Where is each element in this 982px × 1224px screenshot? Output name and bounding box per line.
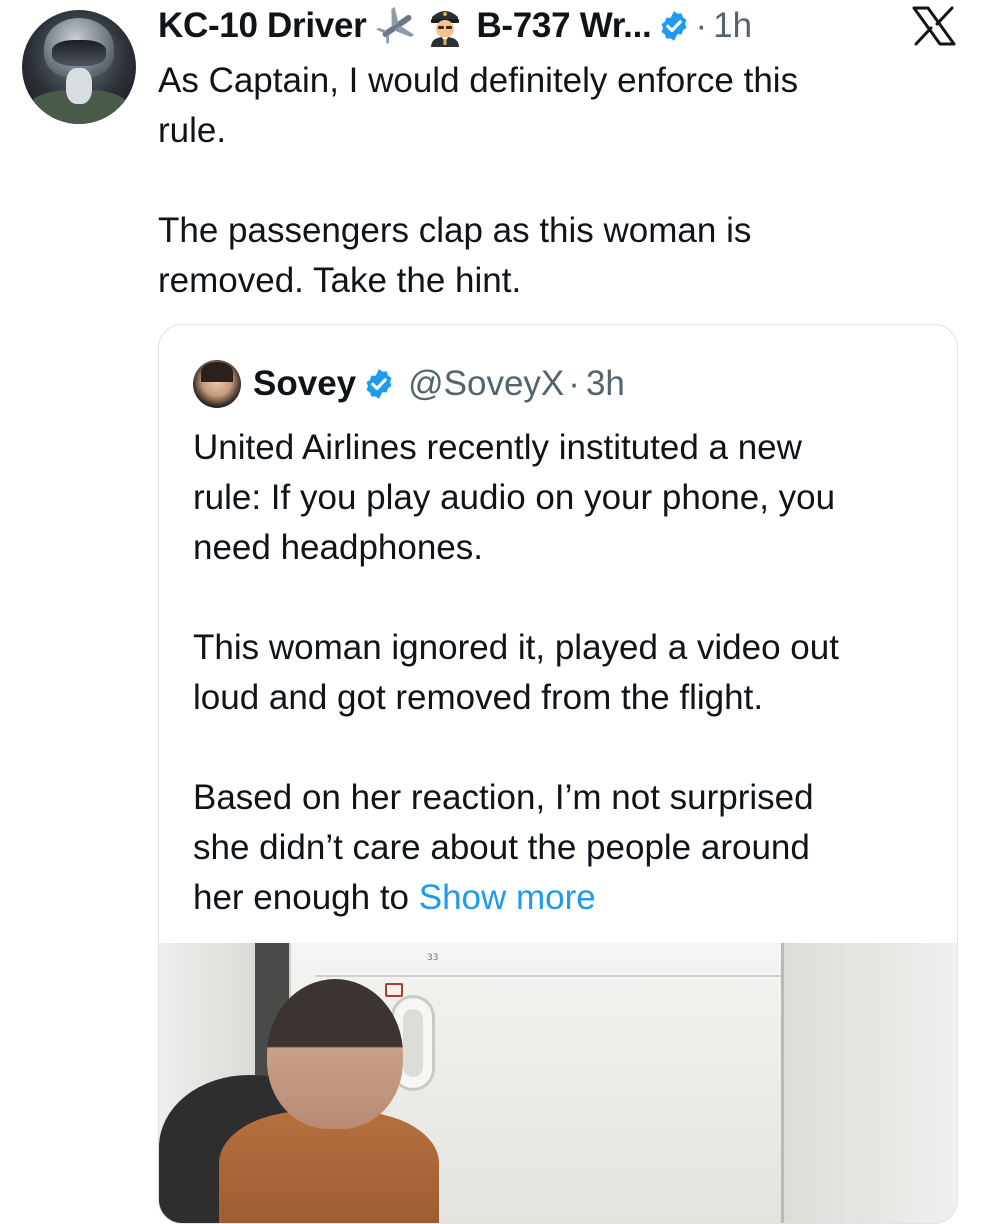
quoted-text-line: Based on her reaction, I’m not surprised <box>193 778 814 817</box>
verified-badge-icon <box>362 367 396 401</box>
video-thumbnail[interactable]: 33 <box>159 943 957 1223</box>
quoted-text-last-prefix: her enough to <box>193 878 419 917</box>
seat-number-label: 33 <box>427 953 439 963</box>
author-name-truncated[interactable]: B-737 Wr... <box>476 6 651 46</box>
tweet-text-line: The passengers clap as this woman is <box>158 211 752 250</box>
avatar-oxygen-mask <box>66 68 92 104</box>
airplane-emoji-icon <box>376 7 418 45</box>
person-head <box>267 979 403 1129</box>
quoted-text-line: rule: If you play audio on your phone, y… <box>193 478 836 517</box>
avatar-visor <box>52 40 106 66</box>
author-avatar[interactable] <box>22 10 136 124</box>
show-more-link[interactable]: Show more <box>419 878 596 917</box>
x-logo-icon[interactable] <box>912 6 956 46</box>
author-name[interactable]: KC-10 Driver <box>158 6 367 46</box>
cabin-door-panel <box>781 943 957 1223</box>
quoted-text-last-line: her enough to Show more <box>193 873 933 923</box>
quoted-tweet-header: Sovey @SoveyX · 3h <box>193 359 625 409</box>
quoted-tweet-text: United Airlines recently instituted a ne… <box>193 423 933 923</box>
separator-dot: · <box>568 364 580 403</box>
quoted-author-avatar[interactable] <box>193 360 241 408</box>
verified-badge-icon <box>657 9 691 43</box>
quoted-text-line: need headphones. <box>193 528 483 567</box>
quoted-text-line: This woman ignored it, played a video ou… <box>193 628 839 667</box>
pilot-emoji-icon <box>428 5 462 47</box>
quoted-tweet-card[interactable]: Sovey @SoveyX · 3h United Airlines recen… <box>158 324 958 1224</box>
tweet-header: KC-10 Driver B-737 Wr... · 1h <box>158 2 752 50</box>
quoted-author-handle[interactable]: @SoveyX <box>408 364 564 404</box>
quoted-author-name[interactable]: Sovey <box>253 364 356 404</box>
quoted-text-line: United Airlines recently instituted a ne… <box>193 428 802 467</box>
tweet-time[interactable]: 1h <box>713 6 752 46</box>
red-marker <box>385 983 403 997</box>
tweet-text: As Captain, I would definitely enforce t… <box>158 56 938 306</box>
tweet-text-line: removed. Take the hint. <box>158 261 522 300</box>
quoted-text-line: loud and got removed from the flight. <box>193 678 764 717</box>
quoted-text-line: she didn’t care about the people around <box>193 828 810 867</box>
separator-dot: · <box>695 6 708 45</box>
tweet-text-line: rule. <box>158 111 227 150</box>
tweet-text-line: As Captain, I would definitely enforce t… <box>158 61 799 100</box>
quoted-tweet-time[interactable]: 3h <box>586 364 625 404</box>
